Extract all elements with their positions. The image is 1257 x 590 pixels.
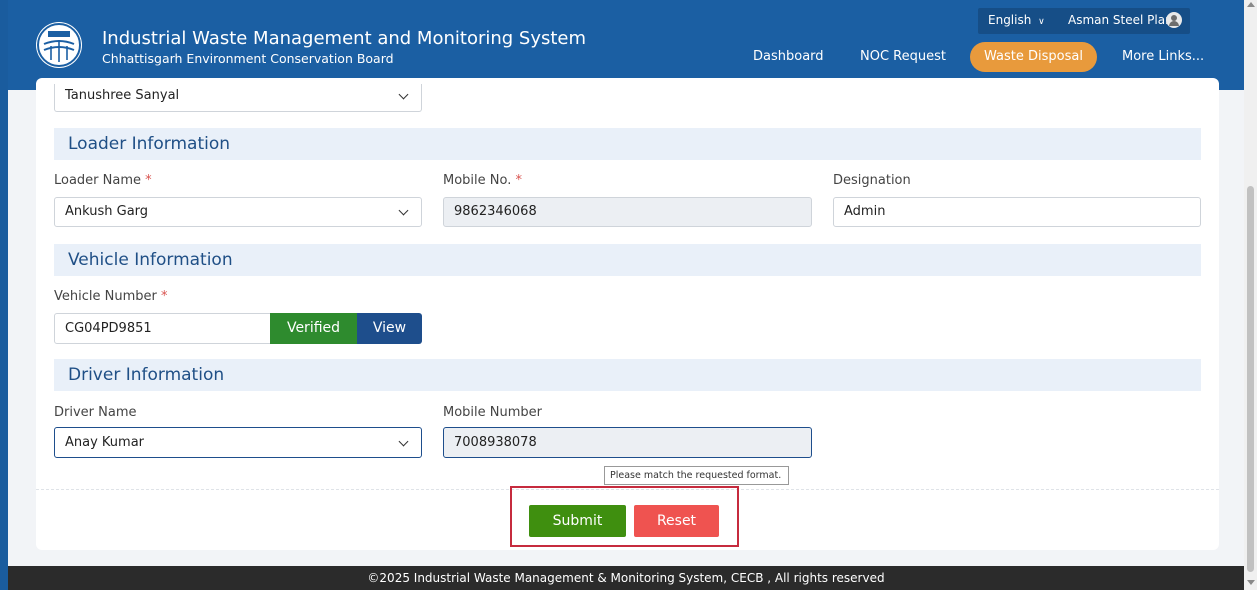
language-label: English <box>988 13 1032 27</box>
designation-value: Admin <box>844 204 886 219</box>
nav-noc-request[interactable]: NOC Request <box>860 42 946 72</box>
loader-name-label: Loader Name * <box>54 173 152 188</box>
verified-button[interactable]: Verified <box>270 313 357 344</box>
driver-name-value: Anay Kumar <box>65 435 145 450</box>
app-header: Industrial Waste Management and Monitori… <box>8 0 1244 90</box>
reset-button[interactable]: Reset <box>634 505 719 537</box>
app-subtitle: Chhattisgarh Environment Conservation Bo… <box>102 51 394 66</box>
loader-name-label-text: Loader Name <box>54 173 142 188</box>
designation-field[interactable]: Admin <box>833 197 1201 227</box>
chevron-down-icon: ∨ <box>1038 17 1045 27</box>
nav-dashboard[interactable]: Dashboard <box>753 42 824 72</box>
designation-label: Designation <box>833 173 911 188</box>
loader-name-select[interactable]: Ankush Garg <box>54 197 422 227</box>
validation-tooltip: Please match the requested format. <box>604 466 789 485</box>
driver-section-title: Driver Information <box>68 365 225 385</box>
loader-name-value: Ankush Garg <box>65 204 149 219</box>
vehicle-number-field[interactable]: CG04PD9851 <box>54 313 271 344</box>
required-mark: * <box>161 289 168 304</box>
driver-mobile-value: 7008938078 <box>454 435 537 450</box>
driver-mobile-field[interactable]: 7008938078 <box>443 427 812 458</box>
nav-waste-disposal[interactable]: Waste Disposal <box>970 42 1097 72</box>
vehicle-section-header: Vehicle Information <box>54 244 1201 276</box>
loader-mobile-label-text: Mobile No. <box>443 173 512 188</box>
app-window: Industrial Waste Management and Monitori… <box>0 0 1257 590</box>
view-button[interactable]: View <box>357 313 422 344</box>
driver-section-header: Driver Information <box>54 359 1201 391</box>
user-menu[interactable]: Asman Steel Plant <box>1068 13 1177 27</box>
vertical-scrollbar[interactable] <box>1244 0 1257 590</box>
cecb-logo <box>36 22 82 68</box>
top-utility-bar: English ∨ Asman Steel Plant <box>978 8 1190 34</box>
vehicle-section-title: Vehicle Information <box>68 250 233 270</box>
loader-mobile-value: 9862346068 <box>454 204 537 219</box>
loader-section-title: Loader Information <box>68 134 231 154</box>
required-mark: * <box>515 173 523 188</box>
nav-more-links[interactable]: More Links... <box>1122 42 1204 72</box>
scroll-down-icon[interactable] <box>1247 580 1255 585</box>
vehicle-number-label-text: Vehicle Number <box>54 289 157 304</box>
user-avatar-icon[interactable] <box>1166 12 1182 28</box>
vehicle-number-value: CG04PD9851 <box>65 321 152 336</box>
validation-tooltip-text: Please match the requested format. <box>610 470 782 481</box>
driver-name-label: Driver Name <box>54 405 137 420</box>
loader-mobile-field[interactable]: 9862346068 <box>443 197 812 227</box>
driver-name-select[interactable]: Anay Kumar <box>54 427 422 458</box>
required-mark: * <box>145 173 152 188</box>
scroll-up-icon[interactable] <box>1247 2 1255 7</box>
vehicle-number-label: Vehicle Number * <box>54 289 168 304</box>
chevron-down-icon <box>398 205 409 216</box>
submit-button[interactable]: Submit <box>529 505 626 537</box>
app-title: Industrial Waste Management and Monitori… <box>102 28 587 49</box>
language-selector[interactable]: English ∨ <box>988 13 1045 27</box>
top-select[interactable]: Tanushree Sanyal <box>54 84 422 112</box>
page-footer: ©2025 Industrial Waste Management & Moni… <box>8 566 1244 590</box>
loader-mobile-label: Mobile No. * <box>443 173 522 188</box>
window-left-border <box>0 0 8 590</box>
loader-section-header: Loader Information <box>54 128 1201 160</box>
chevron-down-icon <box>398 436 409 447</box>
driver-mobile-label: Mobile Number <box>443 405 542 420</box>
top-select-value: Tanushree Sanyal <box>65 88 180 103</box>
chevron-down-icon <box>398 89 409 100</box>
scrollbar-thumb[interactable] <box>1247 186 1254 572</box>
